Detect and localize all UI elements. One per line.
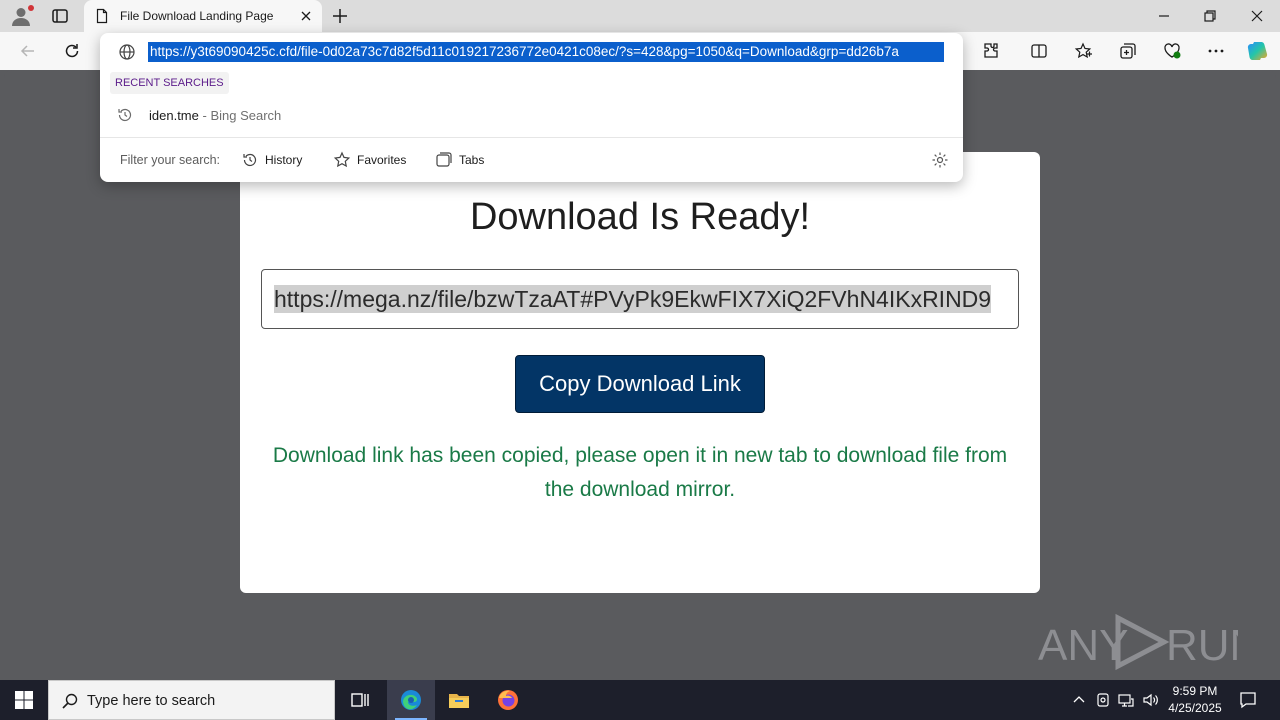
anyrun-watermark: ANY RUN — [1038, 613, 1238, 671]
network-icon[interactable] — [1117, 691, 1135, 709]
taskbar-search[interactable] — [48, 680, 335, 720]
watermark-text-right: RUN — [1166, 621, 1238, 670]
copied-status-message: Download link has been copied, please op… — [272, 444, 1008, 501]
page-icon — [96, 8, 108, 24]
restore-icon[interactable] — [1200, 6, 1220, 26]
folder-icon — [449, 694, 469, 708]
globe-icon — [119, 44, 135, 60]
collections-icon[interactable] — [1118, 41, 1138, 61]
clock-date: 4/25/2025 — [1168, 701, 1222, 715]
favorites-icon[interactable] — [1073, 41, 1093, 61]
chevron-up-icon[interactable] — [1070, 691, 1088, 709]
edge-taskbar-button[interactable] — [387, 680, 435, 720]
notifications-icon[interactable] — [1238, 690, 1258, 710]
tab-title: File Download Landing Page — [120, 9, 274, 23]
download-card: Download Is Ready! https://mega.nz/file/… — [240, 152, 1040, 593]
watermark-text-left: ANY — [1038, 621, 1128, 670]
windows-start-icon[interactable] — [14, 690, 34, 710]
active-tab[interactable]: File Download Landing Page — [84, 0, 322, 32]
copilot-icon[interactable] — [1246, 39, 1270, 63]
back-icon[interactable] — [18, 41, 38, 61]
copy-download-link-button[interactable]: Copy Download Link — [515, 355, 765, 413]
download-link-text[interactable]: https://mega.nz/file/bzwTzaAT#PVyPk9EkwF… — [274, 285, 992, 313]
extensions-icon[interactable] — [981, 41, 1001, 61]
close-tab-icon[interactable] — [298, 8, 314, 24]
refresh-icon[interactable] — [62, 41, 82, 61]
tab-strip: File Download Landing Page — [0, 0, 1280, 32]
suggestion-item[interactable]: iden.tme - Bing Search — [100, 103, 963, 127]
tab-actions-icon[interactable] — [50, 6, 70, 26]
task-view-button[interactable] — [336, 680, 384, 720]
gear-icon[interactable] — [931, 151, 949, 169]
file-explorer-button[interactable] — [435, 680, 483, 720]
clock-time: 9:59 PM — [1172, 684, 1218, 698]
suggestion-source: Bing Search — [210, 108, 282, 123]
volume-icon[interactable] — [1141, 691, 1159, 709]
search-icon — [62, 693, 78, 709]
dropdown-divider — [100, 137, 963, 138]
suggestion-separator: - — [198, 108, 211, 123]
more-menu-icon[interactable] — [1206, 41, 1226, 61]
suggestion-text: iden.tme - Bing Search — [149, 108, 281, 123]
suggestion-query: iden.tme — [149, 108, 199, 123]
device-icon[interactable] — [1094, 691, 1112, 709]
firefox-button[interactable] — [484, 680, 532, 720]
favorites-filter-icon — [333, 151, 351, 168]
address-input[interactable] — [148, 42, 944, 62]
browser-essentials-icon[interactable] — [1162, 41, 1182, 61]
notification-dot — [28, 5, 34, 11]
filter-favorites-label: Favorites — [357, 153, 407, 167]
new-tab-icon[interactable] — [330, 6, 350, 26]
windows-taskbar: 9:59 PM 4/25/2025 — [0, 680, 1280, 720]
filter-tabs-label: Tabs — [459, 153, 485, 167]
split-screen-icon[interactable] — [1029, 41, 1049, 61]
system-clock[interactable]: 9:59 PM 4/25/2025 — [1162, 683, 1228, 717]
recent-searches-label: RECENT SEARCHES — [110, 72, 229, 94]
address-bar-dropdown: RECENT SEARCHES iden.tme - Bing Search F… — [100, 33, 963, 182]
firefox-icon — [498, 690, 518, 710]
filter-label: Filter your search: — [120, 153, 221, 167]
task-view-icon — [351, 693, 369, 707]
history-filter-icon — [243, 153, 257, 167]
minimize-icon[interactable] — [1154, 6, 1174, 26]
page-heading: Download Is Ready! — [469, 196, 811, 238]
tabs-filter-icon — [436, 152, 452, 167]
history-icon — [118, 108, 132, 122]
taskbar-search-input[interactable] — [87, 690, 327, 712]
download-link-field[interactable]: https://mega.nz/file/bzwTzaAT#PVyPk9EkwF… — [261, 269, 1019, 329]
close-window-icon[interactable] — [1247, 6, 1267, 26]
filter-history-label: History — [265, 153, 303, 167]
edge-icon — [401, 690, 421, 710]
